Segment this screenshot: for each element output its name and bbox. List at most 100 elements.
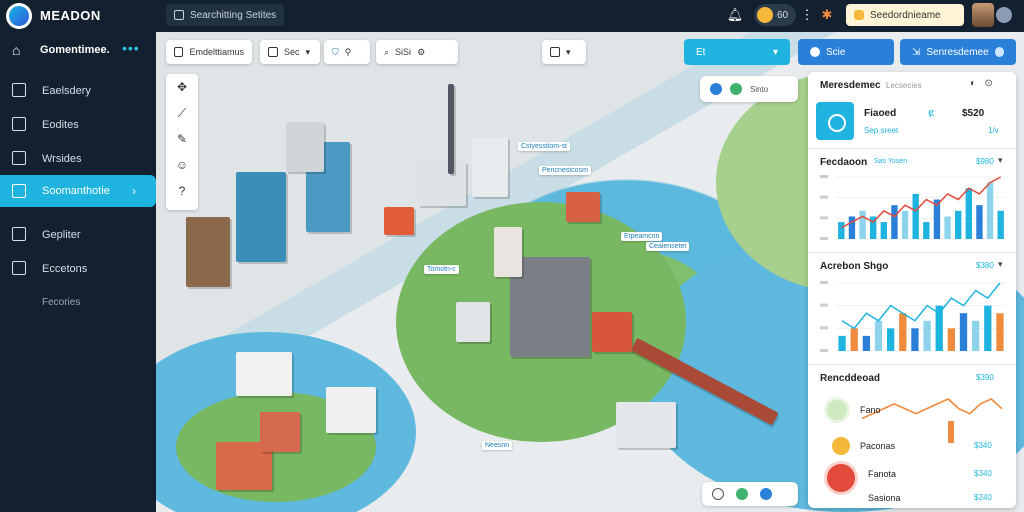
refresh-icon[interactable]: ◐ (970, 78, 976, 89)
search-button-label: Scie (826, 46, 846, 58)
sidebar-item-7[interactable]: Fecories (0, 288, 156, 318)
panel-actions[interactable]: ◐ ⊙ (970, 78, 993, 89)
search-label: Searchitting Setites (190, 9, 277, 21)
chart-bar (874, 320, 883, 351)
chart-bar (923, 320, 931, 351)
building (472, 137, 508, 197)
chevron-down-icon[interactable]: ▾ (998, 155, 1003, 166)
chart-bar (848, 216, 856, 239)
tick-label (820, 175, 828, 178)
profile-icon[interactable] (996, 7, 1012, 23)
layers-icon (174, 47, 184, 57)
chart-bar (965, 188, 972, 239)
sidebar-item-5[interactable]: Gepliter (0, 220, 156, 250)
legend-row[interactable]: Paconas $340 (824, 433, 1000, 463)
sidebar-item-label: Gepliter (42, 229, 81, 241)
map-status-label: Sinto (750, 84, 769, 94)
map-tag[interactable]: Cstyesstiom-st (518, 142, 570, 151)
sidebar-item-label: Soomanthotie (42, 185, 110, 197)
close-icon[interactable]: ⊙ (984, 78, 992, 89)
sidebar-item-6[interactable]: Eccetons (0, 254, 156, 284)
map-status-pill[interactable]: Sinto (700, 76, 798, 102)
bar-chart-2 (820, 281, 1006, 352)
chart-bar (850, 328, 858, 351)
bell-icon[interactable]: 🔔︎ (726, 6, 744, 24)
draw-icon[interactable]: ✎ (166, 126, 198, 152)
map-tag[interactable]: Pencnestcosm (539, 166, 591, 175)
sun-icon (832, 437, 850, 455)
building (418, 162, 466, 206)
search-icon (810, 47, 820, 57)
sidebar-item-1[interactable]: Eaelsdery (0, 76, 156, 106)
chevron-down-icon: ▾ (772, 46, 778, 58)
sidebar-header[interactable]: ⌂ Gomentimee. ••• (0, 40, 156, 62)
map-tool-group-2[interactable]: Sec ▾ (260, 40, 320, 64)
search-bar[interactable]: Searchitting Setites (166, 4, 284, 26)
chart-bar (996, 313, 1004, 351)
section-tag: Sas Yosen (874, 158, 908, 165)
share-icon: ⇲ (912, 46, 921, 58)
home-icon: ⌂ (12, 42, 21, 58)
stat-label: Fiaoed (864, 108, 897, 119)
person-icon[interactable]: ✱ (818, 6, 836, 24)
chart-bar (972, 320, 980, 351)
chart-bar (984, 305, 992, 351)
ruler-icon[interactable]: ⟋ (166, 100, 198, 126)
edit-icon (12, 227, 26, 241)
dots-icon[interactable]: ••• (122, 40, 140, 56)
map-tool-label: Emdelttiamus (189, 47, 244, 57)
chart-bar (947, 328, 955, 351)
shield-icon: ⛉ (332, 46, 339, 57)
stat-card[interactable]: Fiaoed Sep sreet ዩ $520 1/v (816, 102, 1008, 144)
coin-icon (757, 7, 773, 23)
legend-row[interactable]: Fano (824, 397, 1000, 427)
layer-select[interactable]: Et ▾ (684, 39, 790, 65)
analytics-panel: Meresdemec Lecsecies ◐ ⊙ Fiaoed Sep sree… (808, 72, 1016, 508)
tick-label (820, 303, 828, 307)
legend-value: $240 (974, 493, 992, 502)
map-tag[interactable]: Neesnn (482, 441, 513, 450)
sidebar-item-2[interactable]: Eodites (0, 110, 156, 140)
chart-section-3: Rencddeoad $390 Fano Paconas $340 Fanota… (808, 364, 1016, 508)
tick-label (820, 281, 828, 284)
chevron-down-icon[interactable]: ▾ (998, 259, 1003, 270)
building (384, 207, 414, 235)
stat-value: $520 (962, 108, 985, 119)
map-tool-group-3[interactable]: ⛉ ⚲ (324, 40, 370, 64)
map-view-toggle[interactable]: ▾ (542, 40, 586, 64)
top-bar: MEADON Searchitting Setites 🔔︎ 60 ⋮ ✱ Se… (0, 0, 1024, 32)
square-icon (550, 47, 560, 57)
building (236, 172, 286, 262)
chart-bar (880, 222, 887, 239)
locate-icon[interactable] (760, 488, 772, 500)
sidebar-item-3[interactable]: Wrsides (0, 144, 156, 174)
pan-icon[interactable]: ✥ (166, 74, 198, 100)
map-tag[interactable]: Ceaiensetet (646, 242, 690, 251)
map-tool-group-1[interactable]: Emdelttiamus (166, 40, 252, 64)
legend-label: Fano (860, 405, 881, 415)
map-tool-group-4[interactable]: ⌕ SiSi ⚙ (376, 40, 458, 64)
more-icon[interactable]: ⋮ (798, 6, 816, 24)
compass-icon[interactable] (712, 488, 724, 500)
app-logo[interactable] (6, 3, 32, 29)
legend-row[interactable]: Sasiona $240 (824, 485, 1000, 508)
globe-icon[interactable] (736, 488, 748, 500)
coin-badge[interactable]: 60 (754, 4, 796, 26)
user-button[interactable]: Seedordnieame (846, 4, 964, 26)
help-icon[interactable]: ? (166, 178, 198, 204)
avatar[interactable] (972, 3, 994, 27)
house-icon (12, 83, 26, 97)
map-tag[interactable]: Etpeamcnn (621, 232, 663, 241)
layer-select-label: Et (696, 46, 706, 58)
emoji-icon[interactable]: ☺ (166, 152, 198, 178)
chart-bar (859, 210, 866, 239)
legend-value: $340 (974, 469, 992, 478)
share-button[interactable]: ⇲ Senresdemee (900, 39, 1016, 65)
map-tag[interactable]: Tomotn-c (424, 265, 459, 274)
sidebar-item-label: Eaelsdery (42, 85, 91, 97)
search-button[interactable]: Scie (798, 39, 894, 65)
sidebar-item-4[interactable]: Soomanthotie › (0, 175, 156, 207)
frame-icon (268, 47, 278, 57)
sidebar-item-label: Eccetons (42, 263, 88, 275)
sidebar-header-label: Gomentimee. (40, 44, 110, 56)
